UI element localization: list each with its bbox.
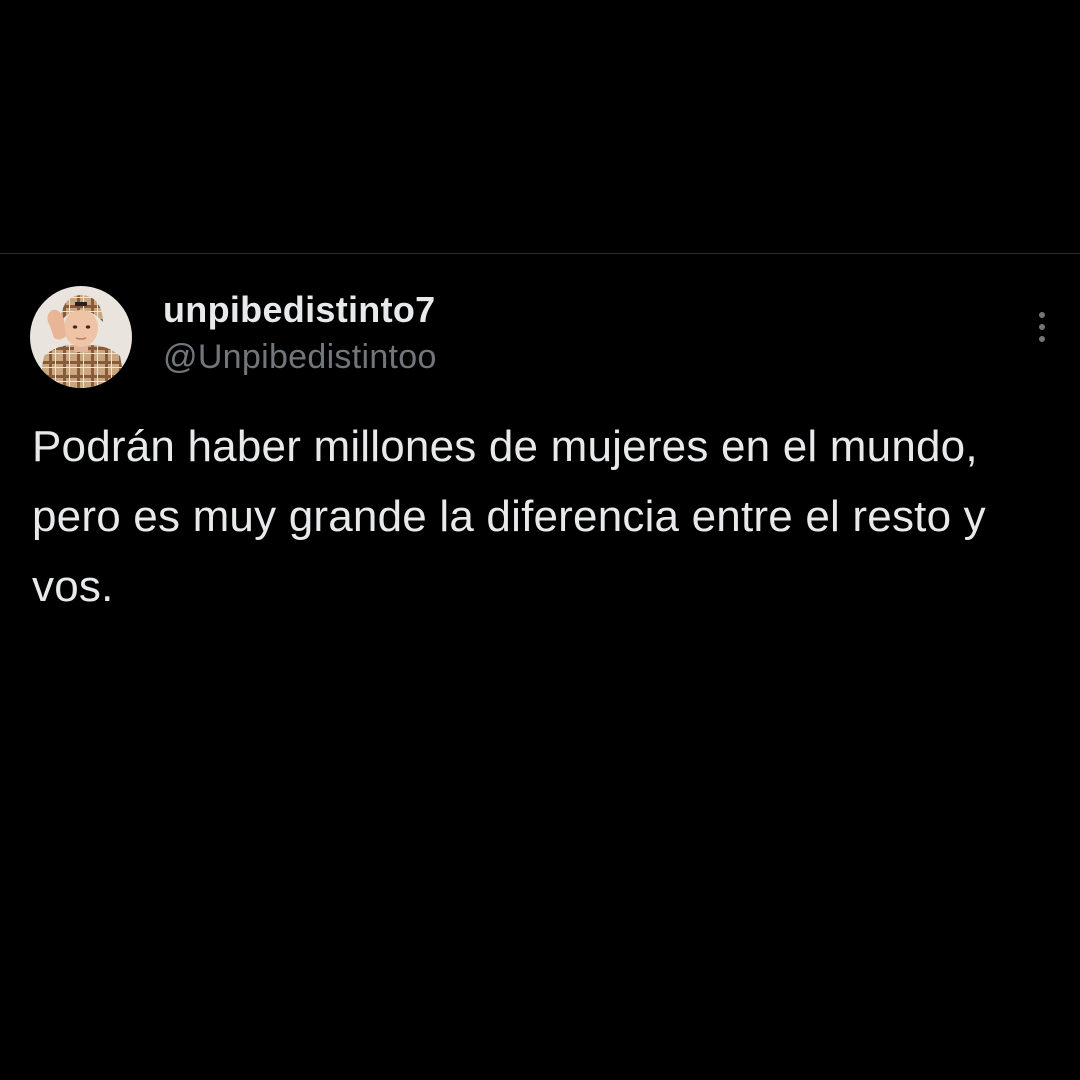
tweet-text: Podrán haber millones de mujeres en el m… [32,422,986,611]
author-avatar[interactable] [30,286,132,388]
more-options-button[interactable] [1022,302,1062,352]
more-vertical-icon-dot [1039,324,1045,330]
author-display-name[interactable]: unpibedistinto7 [163,288,435,332]
avatar-photo-icon [30,286,132,388]
more-vertical-icon [1039,312,1045,318]
tweet-card[interactable]: unpibedistinto7 @Unpibedistintoo Podrán … [0,254,1080,1080]
author-handle[interactable]: @Unpibedistintoo [163,336,437,378]
more-vertical-icon-dot [1039,336,1045,342]
